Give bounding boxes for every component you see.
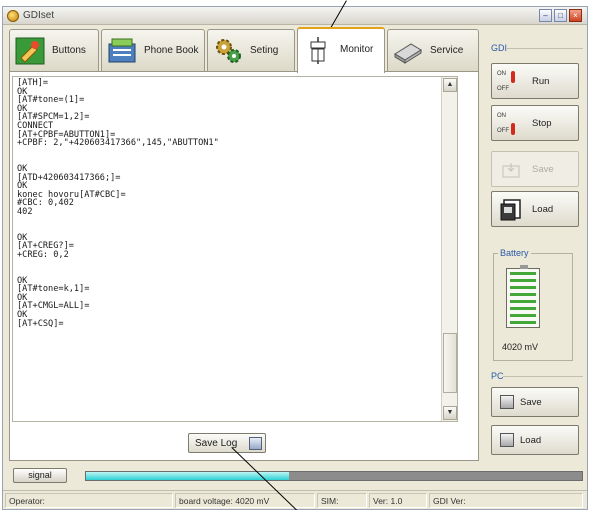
battery-bar (510, 293, 536, 296)
scroll-down-icon[interactable]: ▼ (443, 406, 457, 420)
maximize-button[interactable]: □ (554, 9, 567, 22)
tab-buttons[interactable]: Buttons (9, 29, 99, 71)
battery-bar (510, 286, 536, 289)
log-line: [ATD+420603417366;]= (17, 172, 121, 183)
run-switch-icon: ON OFF (497, 69, 523, 95)
pc-save-icon (500, 395, 514, 409)
tab-monitor-label: Monitor (340, 44, 374, 55)
battery-gauge (506, 265, 540, 328)
scroll-up-icon[interactable]: ▲ (443, 78, 457, 92)
log-line: 402 (17, 206, 33, 217)
status-bar: Operator: board voltage: 4020 mV SIM: Ve… (3, 490, 587, 509)
gdi-save-label: Save (532, 164, 554, 175)
gdi-group-label: GDI (491, 43, 508, 53)
battery-bar (510, 321, 536, 324)
battery-cap (520, 265, 528, 269)
close-button[interactable]: × (569, 9, 582, 22)
save-log-icon (249, 437, 262, 450)
log-line: [AT#SPCM=1,2]= (17, 112, 90, 123)
tab-buttons-label: Buttons (52, 45, 86, 56)
gear-icon (216, 39, 241, 63)
tab-service[interactable]: Service (387, 29, 479, 71)
gdi-group-line (507, 48, 583, 49)
tab-service-label: Service (430, 45, 464, 56)
stop-label: Stop (532, 118, 552, 129)
battery-bar (510, 272, 536, 275)
tab-phone-book[interactable]: Phone Book (101, 29, 205, 71)
status-operator: Operator: (5, 493, 173, 508)
phone-book-icon (108, 38, 136, 63)
log-line: +CREG: 0,2 (17, 249, 69, 260)
stop-button[interactable]: ON OFF Stop (491, 105, 579, 141)
tab-monitor[interactable]: Monitor (297, 27, 385, 73)
log-line: [AT#tone=(1]= (17, 95, 85, 106)
status-version: Ver: 1.0 (369, 493, 427, 508)
pc-load-label: Load (520, 435, 542, 446)
app-icon (7, 10, 19, 22)
run-button[interactable]: ON OFF Run (491, 63, 579, 99)
gdi-load-label: Load (532, 204, 554, 215)
pc-save-button[interactable]: Save (491, 387, 579, 417)
log-line: +CPBF: 2,"+420603417366",145,"ABUTTON1" (17, 138, 219, 149)
log-line: [AT#tone=k,1]= (17, 284, 90, 295)
battery-bar (510, 279, 536, 282)
service-icon (394, 43, 422, 64)
log-line: OK (17, 310, 28, 321)
tab-seting[interactable]: Seting (207, 29, 295, 71)
stop-switch-icon: ON OFF (497, 111, 523, 137)
log-line: OK (17, 232, 28, 243)
battery-bar (510, 314, 536, 317)
gdi-save-button[interactable]: Save (491, 151, 579, 187)
pc-group-label: PC (491, 371, 504, 381)
minimize-button[interactable]: – (539, 9, 552, 22)
pc-group-line (503, 376, 583, 377)
pc-save-label: Save (520, 397, 542, 408)
monitor-log[interactable]: [ATH]= OK [AT#tone=(1]= OK [AT#SPCM=1,2]= CON… (12, 76, 458, 422)
signal-strip: signal (9, 465, 587, 487)
monitor-icon (310, 37, 326, 64)
scroll-thumb[interactable] (443, 333, 457, 393)
tab-bar: Buttons Phone Book Seting Monitor Servic… (9, 27, 479, 73)
log-line: [AT+CMGL=ALL]= (17, 301, 90, 312)
app-window: GDIset – □ × Buttons Phone Book Seting M… (2, 6, 588, 510)
buttons-icon (15, 37, 45, 65)
save-disabled-icon (502, 163, 520, 178)
signal-meter (85, 471, 583, 481)
signal-button[interactable]: signal (13, 468, 67, 483)
battery-panel: Battery 4020 mV (493, 248, 573, 361)
monitor-panel: [ATH]= OK [AT#tone=(1]= OK [AT#SPCM=1,2]= CON… (9, 71, 479, 461)
log-text: [ATH]= OK [AT#tone=(1]= OK [AT#SPCM=1,2]= CON… (17, 79, 437, 328)
battery-label: Battery (498, 248, 531, 258)
status-board-voltage: board voltage: 4020 mV (175, 493, 315, 508)
run-label: Run (532, 76, 550, 87)
log-line: konec hovoru[AT#CBC]= (17, 189, 126, 200)
log-line: [AT+CSQ]= (17, 318, 64, 329)
load-icon (500, 199, 521, 221)
pc-load-icon (500, 433, 514, 447)
log-line: [ATH]= (17, 78, 49, 88)
status-sim: SIM: (317, 493, 367, 508)
tab-seting-label: Seting (250, 45, 279, 56)
pc-load-button[interactable]: Load (491, 425, 579, 455)
title-bar: GDIset – □ × (3, 7, 587, 25)
battery-voltage: 4020 mV (502, 342, 539, 352)
log-line: #CBC: 0,402 (17, 198, 74, 209)
status-gdi-version: GDI Ver: (429, 493, 583, 508)
log-line: [AT+CREG?]= (17, 241, 74, 252)
save-log-button[interactable]: Save Log (188, 433, 266, 453)
tab-phone-book-label: Phone Book (144, 45, 199, 56)
battery-bar (510, 300, 536, 303)
gdi-load-button[interactable]: Load (491, 191, 579, 227)
battery-bar (510, 307, 536, 310)
window-title: GDIset (23, 10, 55, 21)
log-scrollbar[interactable]: ▲ ▼ (441, 77, 457, 421)
